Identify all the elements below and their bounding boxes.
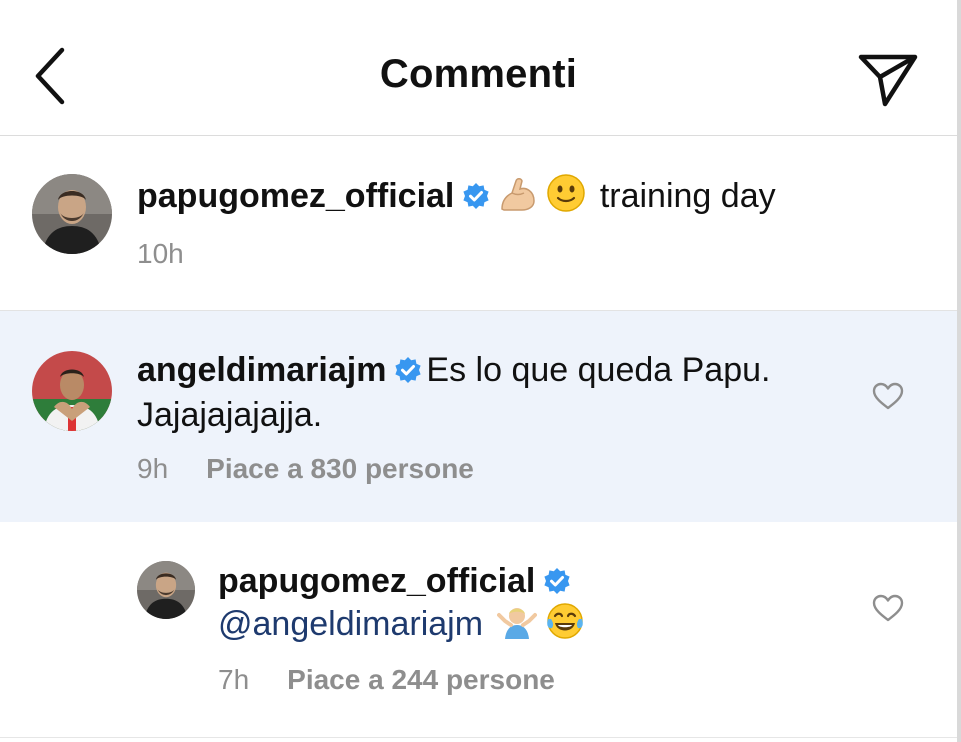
verified-badge-icon xyxy=(543,562,571,606)
heart-icon xyxy=(872,594,904,622)
comment-text-continued: Jajajajajajja. xyxy=(137,396,323,434)
verified-badge-icon xyxy=(394,351,422,395)
username[interactable]: papugomez_official xyxy=(137,177,454,215)
username[interactable]: papugomez_official xyxy=(218,562,535,600)
mention-link[interactable]: @angeldimariajm xyxy=(218,605,483,643)
reply-text-line-2: @angeldimariajm xyxy=(218,601,589,652)
comment-text-line-1: angeldimariajm Es lo que queda Papu. xyxy=(137,348,770,395)
header-bar: Commenti xyxy=(0,0,957,136)
comment-text: Es lo que queda Papu. xyxy=(426,351,771,389)
slightly-smiling-face-emoji xyxy=(546,173,586,224)
comment-item: angeldimariajm Es lo que queda Papu. Jaja… xyxy=(0,311,957,522)
verified-badge-icon xyxy=(462,177,490,221)
avatar[interactable] xyxy=(137,561,195,619)
reply-text-line-1: papugomez_official xyxy=(218,559,575,606)
avatar[interactable] xyxy=(32,174,112,254)
flexed-biceps-emoji xyxy=(498,173,538,224)
likes-count[interactable]: Piace a 244 persone xyxy=(287,664,555,695)
comments-screen: Commenti papugomez_official training day… xyxy=(0,0,961,742)
share-button[interactable] xyxy=(856,50,920,108)
paper-plane-icon xyxy=(858,54,918,107)
timestamp: 7h xyxy=(218,664,250,695)
face-with-tears-of-joy-emoji xyxy=(545,601,585,652)
timestamp: 9h xyxy=(137,453,169,484)
comment-text-line-2: Jajajajajajja. xyxy=(137,393,322,437)
post-caption: papugomez_official training day 10h xyxy=(0,136,957,311)
caption-text-line: papugomez_official training day xyxy=(137,173,776,224)
reply-meta: 7h Piace a 244 persone xyxy=(218,664,555,696)
like-button[interactable] xyxy=(871,593,905,623)
screen-edge xyxy=(957,0,961,742)
caption-text: training day xyxy=(599,177,776,215)
caption-meta: 10h xyxy=(137,238,184,270)
avatar[interactable] xyxy=(32,351,112,431)
timestamp: 10h xyxy=(137,238,184,269)
like-button[interactable] xyxy=(871,381,905,411)
heart-icon xyxy=(872,382,904,410)
username[interactable]: angeldimariajm xyxy=(137,351,386,389)
comment-meta: 9h Piace a 830 persone xyxy=(137,453,474,485)
likes-count[interactable]: Piace a 830 persone xyxy=(206,453,474,484)
divider xyxy=(0,737,957,738)
person-shrugging-emoji xyxy=(496,601,537,652)
page-title: Commenti xyxy=(379,52,578,96)
